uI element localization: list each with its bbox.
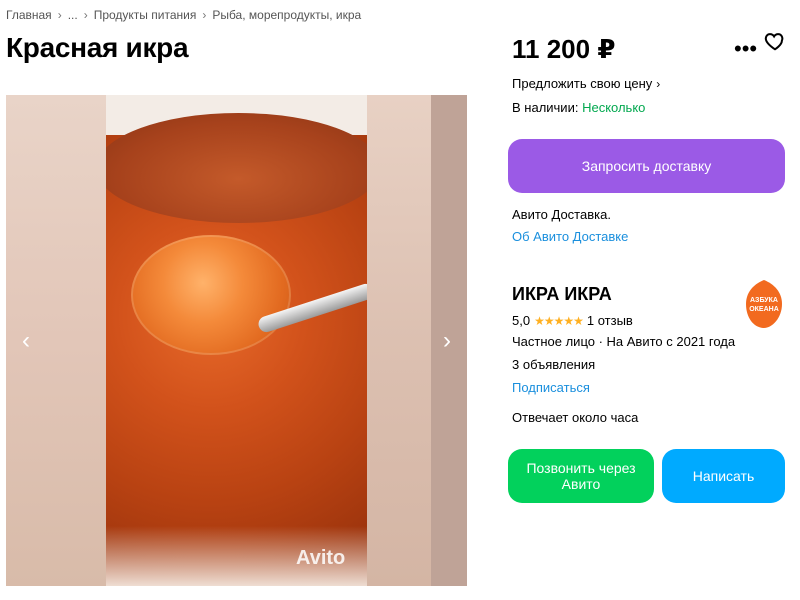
caviar-spoon — [131, 235, 291, 355]
caviar-surface — [106, 113, 367, 223]
stock-status: В наличии: Несколько — [512, 100, 645, 115]
chevron-right-icon: › — [57, 8, 62, 22]
call-button[interactable]: Позвонить через Авито — [508, 449, 654, 503]
about-delivery-link[interactable]: Об Авито Доставке — [512, 229, 628, 244]
delivery-text: Авито Доставка. — [512, 207, 611, 222]
response-time: Отвечает около часа — [512, 410, 639, 425]
breadcrumb-food[interactable]: Продукты питания — [94, 8, 197, 22]
star-icon: ★★★★★ — [534, 313, 584, 328]
offer-price-link[interactable]: Предложить свою цену › — [512, 76, 660, 91]
seller-rating: 5,0 ★★★★★ 1 отзыв — [512, 313, 633, 328]
seller-type: Частное лицо · На Авито с 2021 года — [512, 334, 736, 349]
svg-text:АЗБУКА: АЗБУКА — [750, 297, 778, 304]
seller-ads[interactable]: 3 объявления — [512, 357, 595, 372]
more-horizontal-icon[interactable]: ••• — [734, 36, 757, 62]
svg-text:ОКЕАНА: ОКЕАНА — [749, 306, 779, 313]
chevron-right-icon: › — [656, 76, 661, 91]
reviews-link[interactable]: 1 отзыв — [587, 313, 633, 328]
chevron-right-icon: › — [202, 8, 207, 22]
stock-label: В наличии: — [512, 100, 579, 115]
breadcrumb-home[interactable]: Главная — [6, 8, 52, 22]
avito-watermark: Avito — [296, 547, 346, 569]
stock-value: Несколько — [582, 100, 646, 115]
page-title: Красная икра — [6, 32, 189, 63]
request-delivery-button[interactable]: Запросить доставку — [508, 139, 785, 193]
chevron-right-icon: › — [83, 8, 88, 22]
seller-name[interactable]: ИКРА ИКРА — [512, 284, 612, 305]
image-gallery[interactable]: Avito ‹ › — [6, 95, 467, 586]
seller-logo[interactable]: АЗБУКА ОКЕАНА — [744, 278, 784, 330]
offer-price-label: Предложить свою цену — [512, 76, 653, 91]
chevron-left-icon[interactable]: ‹ — [12, 327, 40, 355]
breadcrumb-fish[interactable]: Рыба, морепродукты, икра — [212, 8, 361, 22]
product-photo[interactable]: Avito — [106, 95, 367, 586]
price: 11 200 ₽ — [512, 34, 616, 64]
chevron-right-icon[interactable]: › — [433, 327, 461, 355]
subscribe-link[interactable]: Подписаться — [512, 380, 590, 395]
rating-value: 5,0 — [512, 313, 531, 328]
write-button[interactable]: Написать — [662, 449, 785, 503]
breadcrumb-ellipsis[interactable]: ... — [68, 8, 78, 22]
heart-icon[interactable] — [764, 30, 786, 57]
breadcrumb: Главная › ... › Продукты питания › Рыба,… — [6, 8, 361, 22]
